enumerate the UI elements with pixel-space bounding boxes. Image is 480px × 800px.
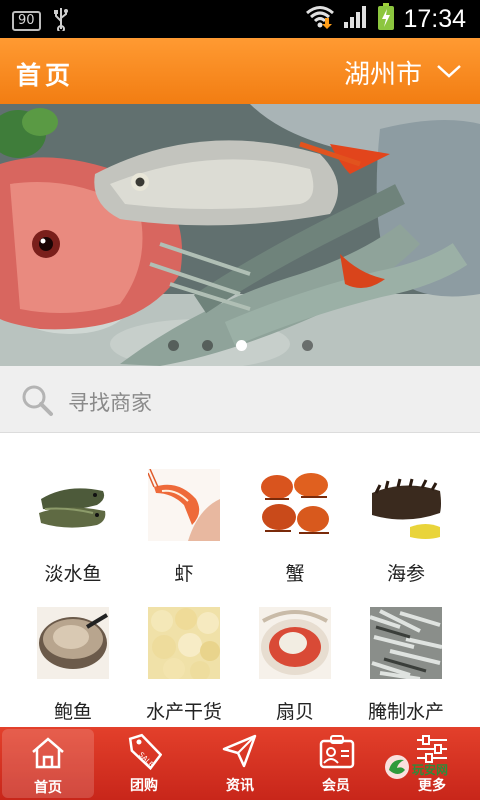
banner-carousel[interactable] <box>0 104 480 366</box>
category-label: 腌制水产 <box>367 701 444 723</box>
page-title: 首页 <box>16 61 75 90</box>
chevron-down-icon <box>436 63 462 83</box>
category-sea-cucumber[interactable]: 海参 <box>351 469 461 599</box>
app-screen: 90 17:34 首页 湖州市 寻找商家 淡水鱼 虾 蟹 海参 鲍鱼 水产干货 … <box>0 0 480 800</box>
category-label: 虾 <box>174 563 194 585</box>
category-grid: 淡水鱼 虾 蟹 海参 鲍鱼 水产干货 扇贝 腌制水产 <box>0 433 480 727</box>
category-freshwater-fish[interactable]: 淡水鱼 <box>18 469 128 599</box>
sale-tag-icon: SALE <box>126 733 163 777</box>
nav-group-buy[interactable]: SALE 团购 <box>96 727 192 800</box>
city-selector[interactable]: 湖州市 <box>344 54 462 91</box>
category-label: 淡水鱼 <box>44 563 102 585</box>
category-label: 水产干货 <box>145 701 222 723</box>
paper-plane-icon <box>222 733 258 773</box>
search-placeholder: 寻找商家 <box>68 391 152 415</box>
battery-icon <box>377 3 395 35</box>
category-shrimp[interactable]: 虾 <box>129 469 239 599</box>
nav-home[interactable]: 首页 <box>2 729 94 798</box>
clock: 17:34 <box>403 4 466 33</box>
app-header: 首页 湖州市 <box>0 38 480 104</box>
search-icon <box>20 383 54 421</box>
nav-label: 团购 <box>130 778 158 794</box>
nav-news[interactable]: 资讯 <box>192 727 288 800</box>
signal-icon <box>343 5 369 33</box>
watermark-text: 玩安网 <box>412 762 449 777</box>
watermark: 玩安网 <box>384 754 448 784</box>
status-bar: 90 17:34 <box>0 0 480 38</box>
watermark-logo-icon <box>384 754 410 784</box>
nav-member[interactable]: 会员 <box>288 727 384 800</box>
carousel-dot-1[interactable] <box>168 340 179 351</box>
category-dried-seafood[interactable]: 水产干货 <box>129 607 239 737</box>
sea-cucumber-image <box>370 469 442 541</box>
member-card-icon <box>318 733 356 775</box>
category-abalone[interactable]: 鲍鱼 <box>18 607 128 737</box>
category-scallop[interactable]: 扇贝 <box>240 607 350 737</box>
category-label: 蟹 <box>285 563 305 585</box>
abalone-image <box>37 607 109 679</box>
nav-label: 资讯 <box>226 778 254 794</box>
carousel-dot-2[interactable] <box>202 340 213 351</box>
home-icon <box>30 735 66 775</box>
city-label: 湖州市 <box>343 60 422 90</box>
notification-badge: 90 <box>12 11 41 31</box>
nav-label: 首页 <box>34 780 62 796</box>
nav-label: 会员 <box>322 778 350 794</box>
category-pickled-seafood[interactable]: 腌制水产 <box>351 607 461 737</box>
search-bar[interactable]: 寻找商家 <box>0 366 480 433</box>
wifi-icon <box>305 4 335 34</box>
dried-seafood-image <box>148 607 220 679</box>
usb-icon <box>53 7 69 35</box>
carousel-dot-3[interactable] <box>236 340 247 351</box>
carousel-dot-4[interactable] <box>302 340 313 351</box>
crab-image <box>259 469 331 541</box>
pickled-seafood-image <box>370 607 442 679</box>
category-label: 海参 <box>386 563 425 585</box>
category-label: 鲍鱼 <box>53 701 92 723</box>
freshwater-fish-image <box>37 469 109 541</box>
shrimp-image <box>148 469 220 541</box>
category-crab[interactable]: 蟹 <box>240 469 350 599</box>
scallop-image <box>259 607 331 679</box>
category-label: 扇贝 <box>275 701 314 723</box>
seafood-banner-image <box>0 104 480 366</box>
